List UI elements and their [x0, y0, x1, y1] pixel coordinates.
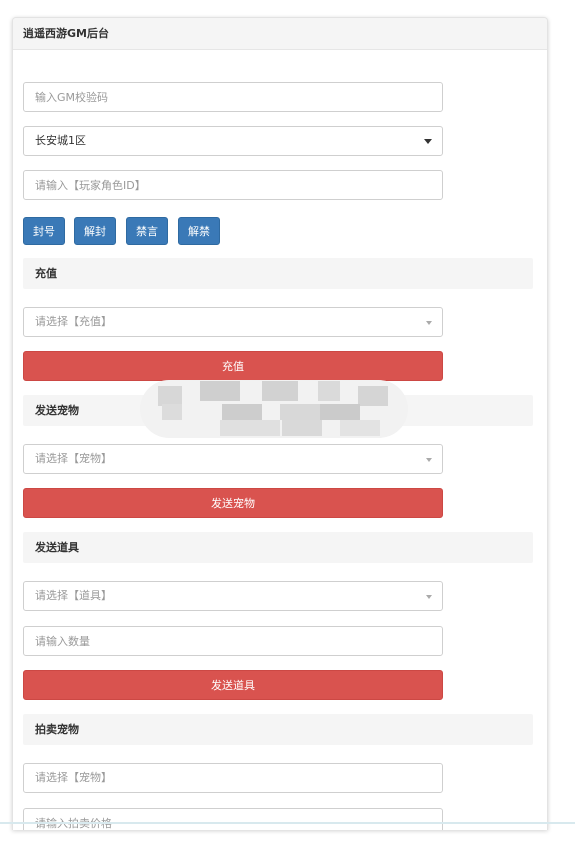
pet-select[interactable]: 请选择【宠物】: [23, 444, 443, 474]
server-select-value: 长安城1区: [35, 134, 86, 147]
send-item-button[interactable]: 发送道具: [23, 670, 443, 700]
recharge-select[interactable]: 请选择【充值】: [23, 307, 443, 337]
recharge-select-placeholder: 请选择【充值】: [35, 315, 112, 328]
pet-select-placeholder: 请选择【宠物】: [35, 452, 112, 465]
gm-code-input[interactable]: [23, 82, 443, 112]
recharge-section-title: 充值: [23, 258, 533, 289]
item-quantity-input[interactable]: [23, 626, 443, 656]
panel-title: 逍遥西游GM后台: [13, 18, 547, 50]
chevron-down-icon: [424, 139, 432, 144]
unmute-button[interactable]: 解禁: [178, 217, 220, 245]
auction-pet-select[interactable]: 请选择【宠物】: [23, 763, 443, 793]
send-item-section-title: 发送道具: [23, 532, 533, 563]
auction-price-input[interactable]: [23, 808, 443, 830]
auction-pet-select-placeholder: 请选择【宠物】: [35, 771, 112, 784]
chevron-down-icon: [426, 595, 432, 599]
chevron-down-icon: [426, 321, 432, 325]
recharge-button[interactable]: 充值: [23, 351, 443, 381]
ban-button[interactable]: 封号: [23, 217, 65, 245]
unban-button[interactable]: 解封: [74, 217, 116, 245]
auction-pet-section-title: 拍卖宠物: [23, 714, 533, 745]
chevron-down-icon: [426, 458, 432, 462]
bottom-divider: [0, 822, 575, 824]
item-select-placeholder: 请选择【道具】: [35, 589, 112, 602]
item-select[interactable]: 请选择【道具】: [23, 581, 443, 611]
send-pet-button[interactable]: 发送宠物: [23, 488, 443, 518]
server-select[interactable]: 长安城1区: [23, 126, 443, 156]
mute-button[interactable]: 禁言: [126, 217, 168, 245]
player-id-input[interactable]: [23, 170, 443, 200]
